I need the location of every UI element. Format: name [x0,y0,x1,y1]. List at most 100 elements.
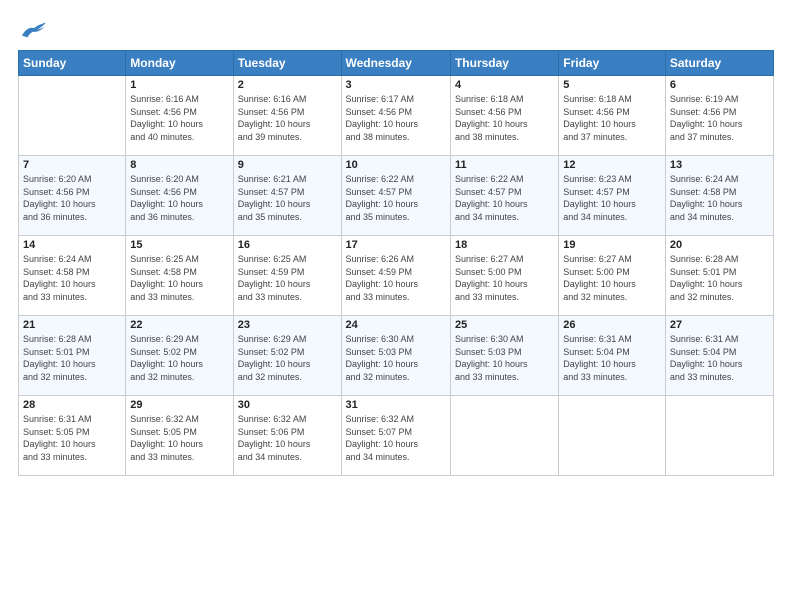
calendar-cell: 29 Sunrise: 6:32 AM Sunset: 5:05 PM Dayli… [126,396,233,476]
day-info: Sunrise: 6:28 AM Sunset: 5:01 PM Dayligh… [670,253,769,303]
day-number: 16 [238,239,337,251]
day-number: 31 [346,399,446,411]
calendar-cell: 17 Sunrise: 6:26 AM Sunset: 4:59 PM Dayli… [341,236,450,316]
weekday-header-saturday: Saturday [665,51,773,76]
calendar-cell [665,396,773,476]
logo-top [18,18,48,40]
calendar-cell [559,396,666,476]
day-info: Sunrise: 6:20 AM Sunset: 4:56 PM Dayligh… [130,173,228,223]
day-info: Sunrise: 6:20 AM Sunset: 4:56 PM Dayligh… [23,173,121,223]
calendar-cell: 16 Sunrise: 6:25 AM Sunset: 4:59 PM Dayli… [233,236,341,316]
calendar-table: SundayMondayTuesdayWednesdayThursdayFrid… [18,50,774,476]
day-info: Sunrise: 6:18 AM Sunset: 4:56 PM Dayligh… [563,93,661,143]
calendar-cell: 31 Sunrise: 6:32 AM Sunset: 5:07 PM Dayli… [341,396,450,476]
day-number: 21 [23,319,121,331]
calendar-cell: 11 Sunrise: 6:22 AM Sunset: 4:57 PM Dayli… [450,156,558,236]
day-info: Sunrise: 6:21 AM Sunset: 4:57 PM Dayligh… [238,173,337,223]
day-number: 17 [346,239,446,251]
day-info: Sunrise: 6:29 AM Sunset: 5:02 PM Dayligh… [238,333,337,383]
day-info: Sunrise: 6:17 AM Sunset: 4:56 PM Dayligh… [346,93,446,143]
calendar-cell [19,76,126,156]
day-number: 4 [455,79,554,91]
calendar-cell: 6Sunrise: 6:19 AM Sunset: 4:56 PM Daylig… [665,76,773,156]
day-info: Sunrise: 6:32 AM Sunset: 5:06 PM Dayligh… [238,413,337,463]
logo-bird-icon [20,18,48,40]
calendar-cell [450,396,558,476]
day-number: 20 [670,239,769,251]
day-number: 2 [238,79,337,91]
day-info: Sunrise: 6:32 AM Sunset: 5:05 PM Dayligh… [130,413,228,463]
day-number: 27 [670,319,769,331]
weekday-header-row: SundayMondayTuesdayWednesdayThursdayFrid… [19,51,774,76]
day-info: Sunrise: 6:32 AM Sunset: 5:07 PM Dayligh… [346,413,446,463]
calendar-cell: 24Sunrise: 6:30 AM Sunset: 5:03 PM Dayli… [341,316,450,396]
calendar-week-row: 14 Sunrise: 6:24 AM Sunset: 4:58 PM Dayli… [19,236,774,316]
calendar-cell: 1 Sunrise: 6:16 AM Sunset: 4:56 PM Daylig… [126,76,233,156]
day-number: 28 [23,399,121,411]
weekday-header-thursday: Thursday [450,51,558,76]
calendar-week-row: 7 Sunrise: 6:20 AM Sunset: 4:56 PM Daylig… [19,156,774,236]
calendar-cell: 7 Sunrise: 6:20 AM Sunset: 4:56 PM Daylig… [19,156,126,236]
day-number: 3 [346,79,446,91]
weekday-header-wednesday: Wednesday [341,51,450,76]
calendar-week-row: 28 Sunrise: 6:31 AM Sunset: 5:05 PM Dayli… [19,396,774,476]
weekday-header-sunday: Sunday [19,51,126,76]
header [18,18,774,40]
day-info: Sunrise: 6:29 AM Sunset: 5:02 PM Dayligh… [130,333,228,383]
day-number: 10 [346,159,446,171]
day-info: Sunrise: 6:23 AM Sunset: 4:57 PM Dayligh… [563,173,661,223]
calendar-cell: 21Sunrise: 6:28 AM Sunset: 5:01 PM Dayli… [19,316,126,396]
day-number: 1 [130,79,228,91]
day-number: 11 [455,159,554,171]
day-info: Sunrise: 6:30 AM Sunset: 5:03 PM Dayligh… [346,333,446,383]
calendar-week-row: 21Sunrise: 6:28 AM Sunset: 5:01 PM Dayli… [19,316,774,396]
calendar-cell: 10 Sunrise: 6:22 AM Sunset: 4:57 PM Dayli… [341,156,450,236]
day-info: Sunrise: 6:31 AM Sunset: 5:05 PM Dayligh… [23,413,121,463]
day-number: 5 [563,79,661,91]
day-number: 22 [130,319,228,331]
day-info: Sunrise: 6:22 AM Sunset: 4:57 PM Dayligh… [346,173,446,223]
calendar-cell: 26Sunrise: 6:31 AM Sunset: 5:04 PM Dayli… [559,316,666,396]
weekday-header-friday: Friday [559,51,666,76]
calendar-cell: 3 Sunrise: 6:17 AM Sunset: 4:56 PM Daylig… [341,76,450,156]
day-info: Sunrise: 6:25 AM Sunset: 4:58 PM Dayligh… [130,253,228,303]
day-number: 12 [563,159,661,171]
calendar-cell: 30Sunrise: 6:32 AM Sunset: 5:06 PM Dayli… [233,396,341,476]
calendar-cell: 25Sunrise: 6:30 AM Sunset: 5:03 PM Dayli… [450,316,558,396]
day-number: 29 [130,399,228,411]
weekday-header-tuesday: Tuesday [233,51,341,76]
day-info: Sunrise: 6:24 AM Sunset: 4:58 PM Dayligh… [23,253,121,303]
day-info: Sunrise: 6:22 AM Sunset: 4:57 PM Dayligh… [455,173,554,223]
calendar-cell: 22 Sunrise: 6:29 AM Sunset: 5:02 PM Dayli… [126,316,233,396]
calendar-week-row: 1 Sunrise: 6:16 AM Sunset: 4:56 PM Daylig… [19,76,774,156]
calendar-cell: 20 Sunrise: 6:28 AM Sunset: 5:01 PM Dayli… [665,236,773,316]
day-info: Sunrise: 6:16 AM Sunset: 4:56 PM Dayligh… [130,93,228,143]
calendar-cell: 28 Sunrise: 6:31 AM Sunset: 5:05 PM Dayli… [19,396,126,476]
calendar-cell: 4 Sunrise: 6:18 AM Sunset: 4:56 PM Daylig… [450,76,558,156]
day-info: Sunrise: 6:16 AM Sunset: 4:56 PM Dayligh… [238,93,337,143]
day-info: Sunrise: 6:26 AM Sunset: 4:59 PM Dayligh… [346,253,446,303]
day-info: Sunrise: 6:24 AM Sunset: 4:58 PM Dayligh… [670,173,769,223]
day-info: Sunrise: 6:25 AM Sunset: 4:59 PM Dayligh… [238,253,337,303]
day-info: Sunrise: 6:18 AM Sunset: 4:56 PM Dayligh… [455,93,554,143]
calendar-cell: 13Sunrise: 6:24 AM Sunset: 4:58 PM Dayli… [665,156,773,236]
calendar-cell: 23 Sunrise: 6:29 AM Sunset: 5:02 PM Dayli… [233,316,341,396]
calendar-cell: 2 Sunrise: 6:16 AM Sunset: 4:56 PM Daylig… [233,76,341,156]
day-info: Sunrise: 6:27 AM Sunset: 5:00 PM Dayligh… [455,253,554,303]
calendar-cell: 27Sunrise: 6:31 AM Sunset: 5:04 PM Dayli… [665,316,773,396]
day-number: 8 [130,159,228,171]
day-info: Sunrise: 6:27 AM Sunset: 5:00 PM Dayligh… [563,253,661,303]
day-number: 7 [23,159,121,171]
day-number: 19 [563,239,661,251]
day-number: 25 [455,319,554,331]
calendar-cell: 9 Sunrise: 6:21 AM Sunset: 4:57 PM Daylig… [233,156,341,236]
calendar-cell: 12 Sunrise: 6:23 AM Sunset: 4:57 PM Dayli… [559,156,666,236]
day-number: 9 [238,159,337,171]
day-number: 15 [130,239,228,251]
day-info: Sunrise: 6:19 AM Sunset: 4:56 PM Dayligh… [670,93,769,143]
day-number: 18 [455,239,554,251]
day-number: 23 [238,319,337,331]
calendar-cell: 14 Sunrise: 6:24 AM Sunset: 4:58 PM Dayli… [19,236,126,316]
day-number: 14 [23,239,121,251]
calendar-cell: 19 Sunrise: 6:27 AM Sunset: 5:00 PM Dayli… [559,236,666,316]
